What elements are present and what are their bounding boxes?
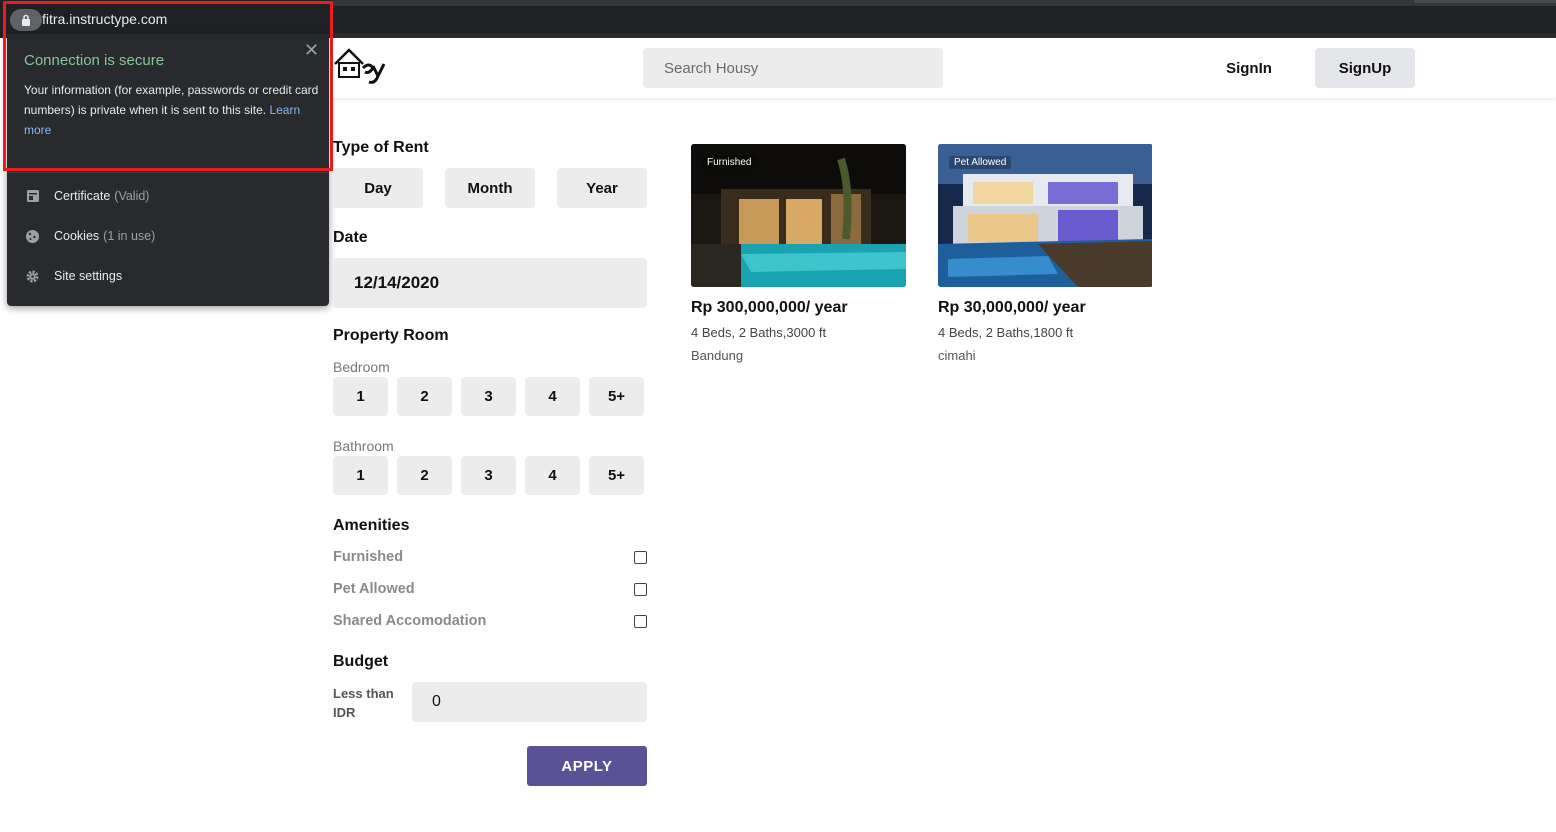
- type-of-rent-heading: Type of Rent: [333, 139, 429, 156]
- bedroom-option-5plus[interactable]: 5+: [589, 377, 644, 416]
- tab-strip: [333, 0, 1556, 6]
- bathroom-option-1[interactable]: 1: [333, 456, 388, 495]
- bathroom-option-5plus[interactable]: 5+: [589, 456, 644, 495]
- certificate-status: (Valid): [114, 189, 150, 203]
- connection-secure-description: Your information (for example, passwords…: [24, 80, 319, 140]
- amenity-furnished-checkbox[interactable]: [634, 551, 647, 564]
- bathroom-option-2[interactable]: 2: [397, 456, 452, 495]
- budget-label: Less than IDR: [333, 686, 394, 720]
- close-icon[interactable]: ✕: [304, 40, 319, 61]
- rent-day-button[interactable]: Day: [333, 168, 423, 208]
- certificate-icon: [24, 188, 41, 205]
- amenity-furnished-label: Furnished: [333, 549, 404, 565]
- amenity-pet-allowed-checkbox[interactable]: [634, 583, 647, 596]
- bedroom-option-3[interactable]: 3: [461, 377, 516, 416]
- listing-card[interactable]: Furnished Rp 300,000,000/ year 4 Beds, 2…: [691, 144, 906, 363]
- cookies-status: (1 in use): [103, 229, 156, 243]
- date-input[interactable]: [333, 258, 647, 308]
- listing-price: Rp 300,000,000/ year: [691, 299, 848, 316]
- bedroom-option-1[interactable]: 1: [333, 377, 388, 416]
- property-room-heading: Property Room: [333, 327, 449, 344]
- bedroom-option-2[interactable]: 2: [397, 377, 452, 416]
- site-settings-row[interactable]: Site settings: [24, 264, 122, 288]
- site-settings-label: Site settings: [54, 269, 123, 283]
- budget-heading: Budget: [333, 653, 389, 670]
- gear-icon: [24, 268, 41, 285]
- listing-image[interactable]: Furnished: [691, 144, 906, 287]
- bathroom-option-4[interactable]: 4: [525, 456, 580, 495]
- listing-tag: Pet Allowed: [949, 156, 1012, 169]
- listing-city: cimahi: [938, 348, 976, 363]
- amenity-pet-allowed-label: Pet Allowed: [333, 581, 415, 597]
- lock-icon[interactable]: [10, 9, 42, 31]
- listing-city: Bandung: [691, 348, 744, 363]
- listing-tag: Furnished: [702, 156, 757, 169]
- bedroom-label: Bedroom: [333, 359, 390, 375]
- bathroom-option-3[interactable]: 3: [461, 456, 516, 495]
- bathroom-label: Bathroom: [333, 438, 394, 454]
- search-input[interactable]: [643, 48, 943, 88]
- cookies-row[interactable]: Cookies (1 in use): [24, 224, 155, 248]
- bedroom-option-4[interactable]: 4: [525, 377, 580, 416]
- rent-month-button[interactable]: Month: [445, 168, 535, 208]
- tab-strip-highlight: [1414, 0, 1556, 3]
- address-bar[interactable]: fitra.instructype.com: [0, 0, 330, 34]
- date-heading: Date: [333, 229, 368, 246]
- popup-divider: [7, 172, 329, 173]
- amenities-heading: Amenities: [333, 517, 410, 534]
- listing-card[interactable]: Pet Allowed Rp 30,000,000/ year 4 Beds, …: [938, 144, 1153, 363]
- url-text[interactable]: fitra.instructype.com: [42, 11, 167, 27]
- housy-logo[interactable]: [333, 44, 387, 88]
- apply-button[interactable]: APPLY: [527, 746, 647, 786]
- listing-price: Rp 30,000,000/ year: [938, 299, 1086, 316]
- rent-year-button[interactable]: Year: [557, 168, 647, 208]
- site-info-popup: Connection is secure ✕ Your information …: [7, 34, 329, 306]
- listing-specs: 4 Beds, 2 Baths,3000 ft: [691, 325, 827, 340]
- listing-specs: 4 Beds, 2 Baths,1800 ft: [938, 325, 1074, 340]
- amenity-shared-checkbox[interactable]: [634, 615, 647, 628]
- amenity-shared-label: Shared Accomodation: [333, 613, 487, 629]
- signup-button[interactable]: SignUp: [1315, 48, 1415, 88]
- cookie-icon: [24, 228, 41, 245]
- signin-button[interactable]: SignIn: [1213, 48, 1285, 88]
- listing-image[interactable]: Pet Allowed: [938, 144, 1153, 287]
- cookies-label: Cookies: [54, 229, 100, 243]
- budget-input[interactable]: [412, 682, 647, 722]
- certificate-label: Certificate: [54, 189, 111, 203]
- certificate-row[interactable]: Certificate (Valid): [24, 184, 149, 208]
- connection-secure-title: Connection is secure: [24, 52, 165, 69]
